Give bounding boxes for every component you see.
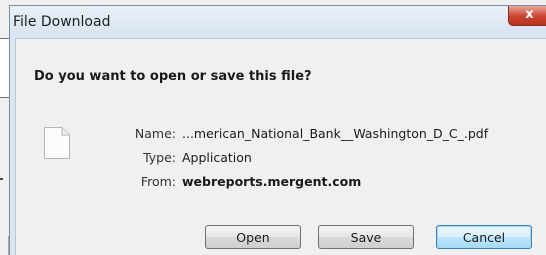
background-page-mark (0, 178, 3, 180)
screen: File Download x Do you want to open or s… (0, 0, 546, 255)
dialog-question: Do you want to open or save this file? (34, 69, 312, 84)
cancel-button[interactable]: Cancel (436, 225, 532, 249)
from-label: From: (140, 174, 176, 189)
file-type-value: Application (182, 150, 252, 165)
file-name-value: ...merican_National_Bank__Washington_D_C… (182, 126, 489, 141)
type-label: Type: (143, 150, 176, 165)
dialog-body: Do you want to open or save this file? N… (15, 38, 546, 255)
open-button[interactable]: Open (205, 225, 301, 249)
dialog-titlebar[interactable]: File Download x (10, 6, 546, 38)
close-button[interactable]: x (508, 6, 546, 26)
file-source-value: webreports.mergent.com (182, 174, 362, 189)
save-button[interactable]: Save (318, 225, 414, 249)
file-download-dialog: File Download x Do you want to open or s… (9, 5, 546, 255)
name-label: Name: (134, 126, 176, 141)
close-icon: x (525, 7, 534, 22)
dialog-title: File Download (13, 14, 111, 30)
